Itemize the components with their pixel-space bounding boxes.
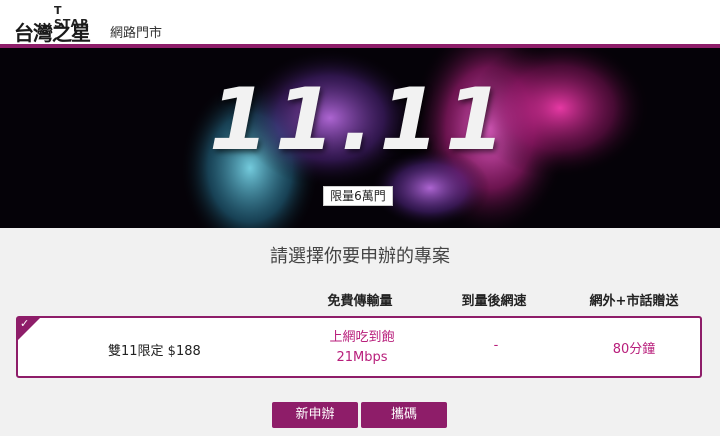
plan-data-line2: 21Mbps <box>336 350 388 365</box>
column-header-data: 免費傳輸量 <box>327 294 393 309</box>
plan-speed-after: - <box>493 338 499 353</box>
promo-banner: 11.11 限量6萬門 <box>0 48 720 228</box>
banner-title: 11.11 <box>208 70 512 170</box>
plan-data-line1: 上網吃到飽 <box>329 330 395 345</box>
plan-free-minutes: 80分鐘 <box>612 342 656 357</box>
brand-name-zh: 台灣之星 <box>14 21 91 45</box>
brand-logo[interactable]: T STAR 台灣之星 <box>14 4 100 45</box>
page-title: 請選擇你要申辦的專案 <box>270 246 450 267</box>
number-transfer-button[interactable]: 攜碼 <box>361 402 447 428</box>
plan-data-allowance: 上網吃到飽 21Mbps <box>302 328 422 368</box>
new-application-button[interactable]: 新申辦 <box>272 402 358 428</box>
limited-badge: 限量6萬門 <box>323 186 393 206</box>
store-label: 網路門市 <box>110 26 163 41</box>
site-header: T STAR 台灣之星 網路門市 <box>0 0 720 45</box>
check-icon: ✓ <box>20 317 30 330</box>
plan-option-row[interactable]: ✓ 雙11限定 $188 上網吃到飽 21Mbps - 80分鐘 <box>16 316 702 378</box>
plan-section: 請選擇你要申辦的專案 免費傳輸量 到量後網速 網外+市話贈送 ✓ 雙11限定 $… <box>0 228 720 436</box>
column-header-minutes: 網外+市話贈送 <box>589 294 679 309</box>
column-header-speed: 到量後網速 <box>461 294 527 309</box>
plan-name: 雙11限定 $188 <box>108 344 201 359</box>
